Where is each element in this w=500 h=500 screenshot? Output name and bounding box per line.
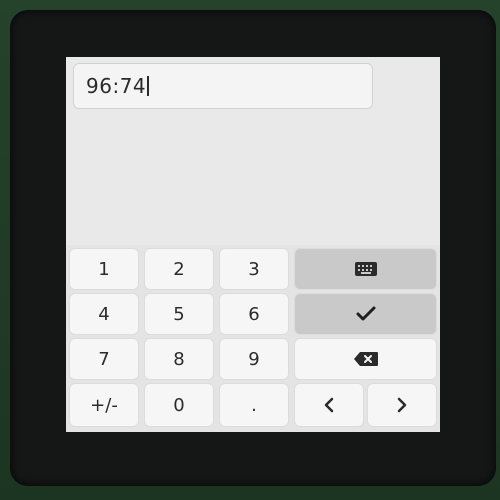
number-input-field[interactable]: 96:74 [73,63,373,109]
cursor-left-button[interactable] [295,384,363,426]
key-plus-minus[interactable]: +/- [70,384,138,426]
key-6[interactable]: 6 [220,294,288,334]
chevron-left-icon [324,397,334,413]
backspace-icon [353,352,378,366]
key-2[interactable]: 2 [145,249,213,289]
backspace-button[interactable] [295,339,436,379]
text-cursor [147,76,150,96]
key-3[interactable]: 3 [220,249,288,289]
chevron-right-icon [397,397,407,413]
keyboard-icon [354,262,377,276]
key-5[interactable]: 5 [145,294,213,334]
key-8[interactable]: 8 [145,339,213,379]
checkmark-icon [356,306,375,321]
display-screen: 96:74 1 2 3 4 5 6 7 8 9 +/- 0 . [66,57,440,432]
key-1[interactable]: 1 [70,249,138,289]
key-9[interactable]: 9 [220,339,288,379]
input-value: 96:74 [86,74,147,98]
keyboard-mode-button[interactable] [295,249,436,289]
key-4[interactable]: 4 [70,294,138,334]
numeric-keypad: 1 2 3 4 5 6 7 8 9 +/- 0 . [66,245,440,432]
cursor-right-button[interactable] [368,384,436,426]
key-0[interactable]: 0 [145,384,213,426]
key-dot[interactable]: . [220,384,288,426]
key-7[interactable]: 7 [70,339,138,379]
ok-button[interactable] [295,294,436,334]
